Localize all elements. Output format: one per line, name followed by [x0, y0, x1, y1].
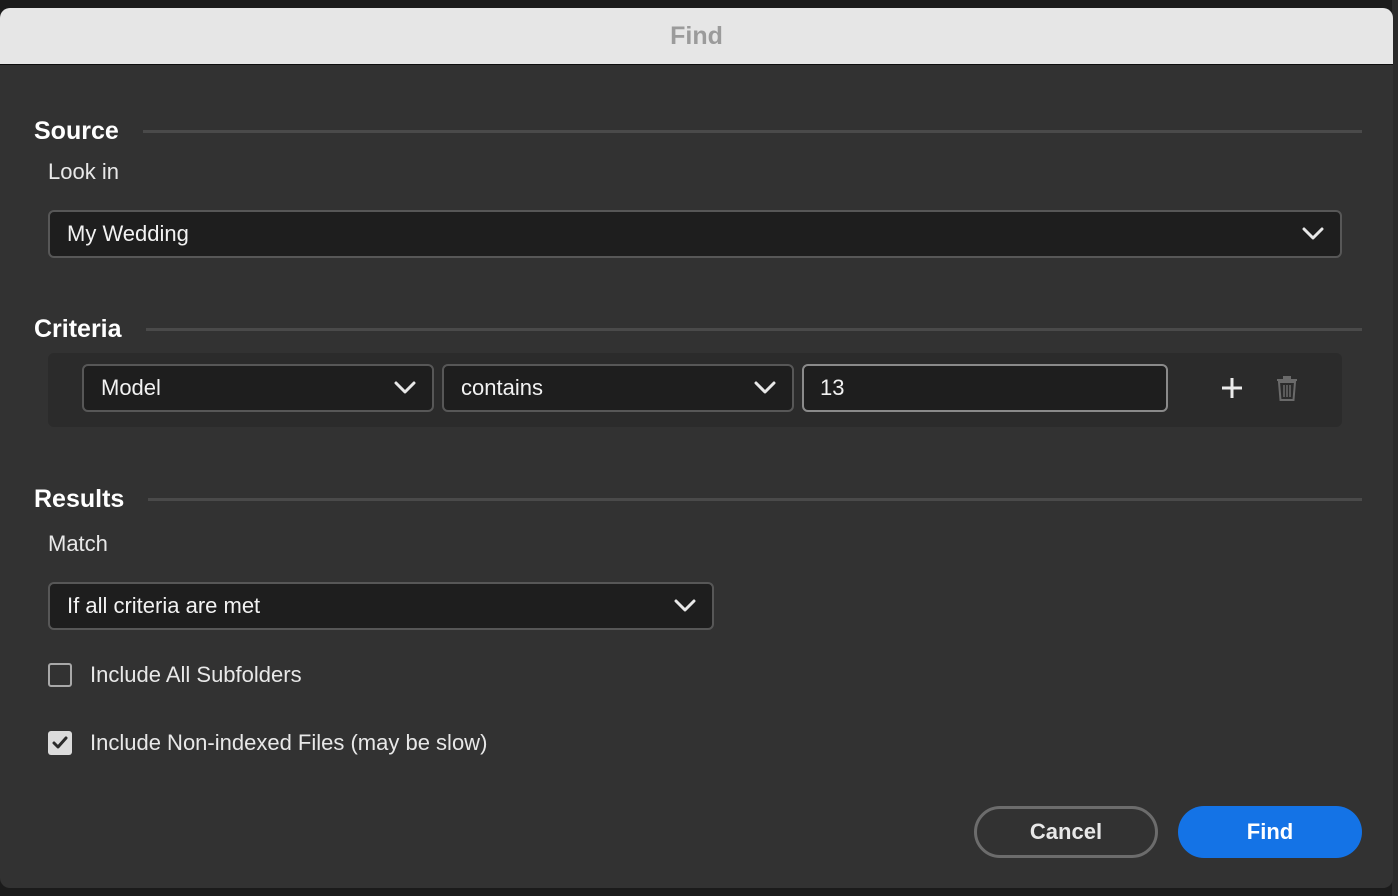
match-value: If all criteria are met — [67, 593, 261, 618]
criteria-heading: Criteria — [34, 314, 122, 343]
checkmark-icon — [52, 736, 68, 749]
criteria-field-value: Model — [101, 375, 161, 400]
dialog-titlebar: Find — [0, 8, 1393, 65]
section-divider — [148, 497, 1362, 501]
plus-icon — [1222, 378, 1242, 398]
include-non-indexed-label: Include Non-indexed Files (may be slow) — [90, 730, 488, 755]
source-heading: Source — [34, 116, 119, 145]
add-criteria-button[interactable] — [1214, 370, 1250, 406]
section-divider — [145, 327, 1362, 331]
trash-icon — [1277, 376, 1297, 401]
include-non-indexed-option[interactable]: Include Non-indexed Files (may be slow) — [48, 730, 487, 756]
match-dropdown[interactable]: If all criteria are met — [48, 582, 714, 630]
criteria-row: Model contains — [48, 353, 1342, 427]
criteria-operator-dropdown[interactable]: contains — [442, 364, 794, 412]
criteria-field-dropdown[interactable]: Model — [82, 364, 434, 412]
criteria-operator-value: contains — [461, 375, 543, 400]
results-heading: Results — [34, 484, 125, 513]
section-divider — [142, 129, 1362, 133]
delete-criteria-button[interactable] — [1269, 370, 1305, 406]
source-section-header: Source — [34, 112, 1362, 150]
look-in-value: My Wedding — [67, 221, 189, 246]
chevron-down-icon — [754, 381, 776, 394]
find-dialog: Find Source Look in My Wedding Criteria … — [0, 8, 1393, 888]
include-subfolders-option[interactable]: Include All Subfolders — [48, 662, 302, 688]
find-button[interactable]: Find — [1178, 806, 1362, 858]
include-subfolders-label: Include All Subfolders — [90, 662, 302, 687]
dialog-title: Find — [670, 21, 723, 50]
include-subfolders-checkbox[interactable] — [48, 663, 72, 687]
chevron-down-icon — [394, 381, 416, 394]
cancel-button[interactable]: Cancel — [974, 806, 1158, 858]
criteria-value-input[interactable] — [802, 364, 1168, 412]
chevron-down-icon — [674, 599, 696, 612]
results-section-header: Results — [34, 480, 1362, 518]
include-non-indexed-checkbox[interactable] — [48, 731, 72, 755]
criteria-section-header: Criteria — [34, 310, 1362, 348]
look-in-label: Look in — [48, 159, 119, 184]
match-label: Match — [48, 531, 108, 556]
chevron-down-icon — [1302, 227, 1324, 240]
look-in-dropdown[interactable]: My Wedding — [48, 210, 1342, 258]
